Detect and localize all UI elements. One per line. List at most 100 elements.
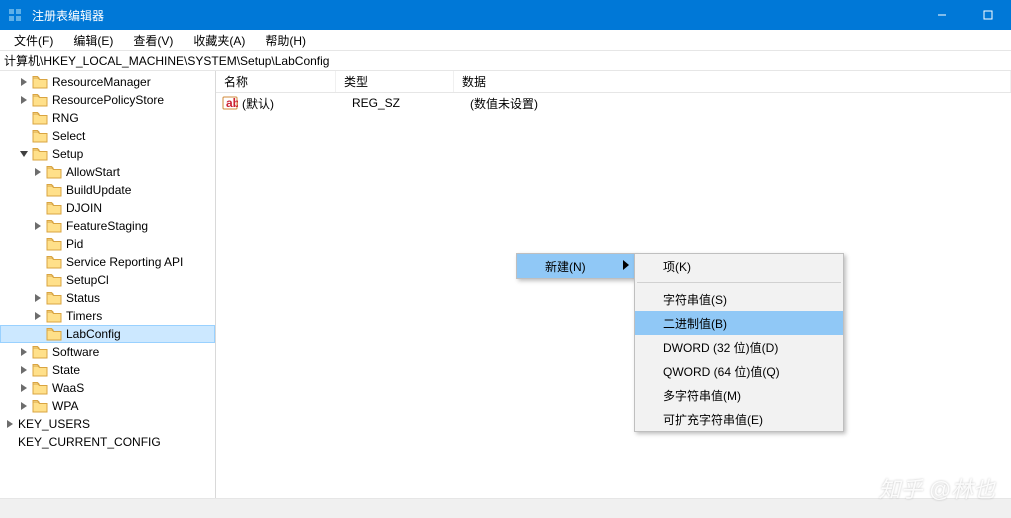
menu-edit[interactable]: 编辑(E) (63, 31, 123, 50)
tree-node-label: ResourceManager (52, 75, 151, 89)
tree-node-label: WPA (52, 399, 78, 413)
folder-icon (32, 93, 48, 107)
folder-icon (32, 75, 48, 89)
tree-node-label: FeatureStaging (66, 219, 148, 233)
menu-view[interactable]: 查看(V) (123, 31, 183, 50)
tree-node-label: BuildUpdate (66, 183, 131, 197)
folder-icon (46, 255, 62, 269)
ctx-new-key[interactable]: 项(K) (635, 254, 843, 278)
tree-node-label: SetupCl (66, 273, 109, 287)
folder-icon (32, 399, 48, 413)
tree-node[interactable]: Pid (0, 235, 215, 253)
context-submenu-new: 项(K) 字符串值(S) 二进制值(B) DWORD (32 位)值(D) QW… (634, 253, 844, 432)
value-row[interactable]: ab (默认) REG_SZ (数值未设置) (216, 93, 1011, 113)
expand-closed-icon[interactable] (32, 220, 44, 232)
tree-node[interactable]: ResourceManager (0, 73, 215, 91)
value-list: 名称 类型 数据 ab (默认) REG_SZ (数值未设置) 新建(N) (216, 71, 1011, 498)
folder-icon (46, 273, 62, 287)
ctx-new-dword[interactable]: DWORD (32 位)值(D) (635, 335, 843, 359)
tree-node[interactable]: FeatureStaging (0, 217, 215, 235)
expand-none (32, 238, 44, 250)
tree-node-label: ResourcePolicyStore (52, 93, 164, 107)
minimize-button[interactable] (919, 0, 965, 30)
tree-node[interactable]: WaaS (0, 379, 215, 397)
ctx-new-string[interactable]: 字符串值(S) (635, 287, 843, 311)
ctx-new-qword[interactable]: QWORD (64 位)值(Q) (635, 359, 843, 383)
tree-node-label: WaaS (52, 381, 84, 395)
tree-node[interactable]: Setup (0, 145, 215, 163)
tree-node[interactable]: Service Reporting API (0, 253, 215, 271)
ctx-new-expandstring[interactable]: 可扩充字符串值(E) (635, 407, 843, 431)
tree-node-label: Timers (66, 309, 102, 323)
folder-icon (46, 309, 62, 323)
ctx-new-multistring[interactable]: 多字符串值(M) (635, 383, 843, 407)
tree-node-label: Status (66, 291, 100, 305)
tree-node-label: Select (52, 129, 85, 143)
tree-node[interactable]: DJOIN (0, 199, 215, 217)
tree-node[interactable]: Timers (0, 307, 215, 325)
menu-separator (637, 282, 841, 283)
expand-none (32, 328, 44, 340)
column-name[interactable]: 名称 (216, 71, 336, 92)
tree-node[interactable]: SetupCl (0, 271, 215, 289)
tree-node-label: RNG (52, 111, 79, 125)
expand-closed-icon[interactable] (18, 400, 30, 412)
value-list-body[interactable]: ab (默认) REG_SZ (数值未设置) 新建(N) 项(K) (216, 93, 1011, 498)
expand-none (18, 130, 30, 142)
folder-icon (46, 327, 62, 341)
address-bar[interactable]: 计算机\HKEY_LOCAL_MACHINE\SYSTEM\Setup\LabC… (0, 50, 1011, 71)
expand-closed-icon[interactable] (18, 346, 30, 358)
menu-help[interactable]: 帮助(H) (255, 31, 316, 50)
menu-favorites[interactable]: 收藏夹(A) (183, 31, 255, 50)
context-menu: 新建(N) (516, 253, 636, 279)
tree-node-label: Pid (66, 237, 83, 251)
expand-closed-icon[interactable] (32, 292, 44, 304)
expand-closed-icon[interactable] (18, 364, 30, 376)
ctx-new[interactable]: 新建(N) (517, 254, 635, 278)
folder-icon (46, 237, 62, 251)
expand-none (18, 112, 30, 124)
ctx-new-binary[interactable]: 二进制值(B) (635, 311, 843, 335)
expand-closed-icon[interactable] (18, 76, 30, 88)
tree-node-label: LabConfig (66, 327, 121, 341)
expand-closed-icon[interactable] (18, 382, 30, 394)
tree-node[interactable]: AllowStart (0, 163, 215, 181)
expand-closed-icon[interactable] (18, 94, 30, 106)
value-type: REG_SZ (352, 96, 470, 110)
column-data[interactable]: 数据 (454, 71, 1011, 92)
maximize-button[interactable] (965, 0, 1011, 30)
expand-closed-icon[interactable] (32, 310, 44, 322)
tree-node-label: DJOIN (66, 201, 102, 215)
column-headers: 名称 类型 数据 (216, 71, 1011, 93)
tree-node[interactable]: Status (0, 289, 215, 307)
expand-open-icon[interactable] (18, 148, 30, 160)
folder-icon (46, 201, 62, 215)
reg-sz-icon: ab (222, 95, 238, 111)
registry-tree[interactable]: ResourceManager ResourcePolicyStore RNG Sel… (0, 71, 216, 498)
expand-none (32, 256, 44, 268)
tree-node[interactable]: Software (0, 343, 215, 361)
tree-node[interactable]: KEY_USERS (0, 415, 215, 433)
tree-node[interactable]: RNG (0, 109, 215, 127)
tree-node[interactable]: WPA (0, 397, 215, 415)
menu-file[interactable]: 文件(F) (4, 31, 63, 50)
expand-none (32, 202, 44, 214)
expand-closed-icon[interactable] (32, 166, 44, 178)
tree-node-label: KEY_CURRENT_CONFIG (18, 435, 161, 449)
folder-icon (32, 363, 48, 377)
expand-closed-icon[interactable] (4, 418, 16, 430)
tree-node-label: KEY_USERS (18, 417, 90, 431)
tree-node[interactable]: Select (0, 127, 215, 145)
tree-node[interactable]: LabConfig (0, 325, 215, 343)
window-title: 注册表编辑器 (32, 7, 104, 24)
tree-node[interactable]: BuildUpdate (0, 181, 215, 199)
value-name: (默认) (242, 95, 352, 112)
folder-icon (46, 183, 62, 197)
submenu-arrow-icon (623, 259, 629, 273)
tree-node[interactable]: KEY_CURRENT_CONFIG (0, 433, 215, 451)
ctx-new-label: 新建(N) (545, 258, 586, 275)
tree-node[interactable]: State (0, 361, 215, 379)
tree-node[interactable]: ResourcePolicyStore (0, 91, 215, 109)
tree-node-label: Setup (52, 147, 83, 161)
column-type[interactable]: 类型 (336, 71, 454, 92)
